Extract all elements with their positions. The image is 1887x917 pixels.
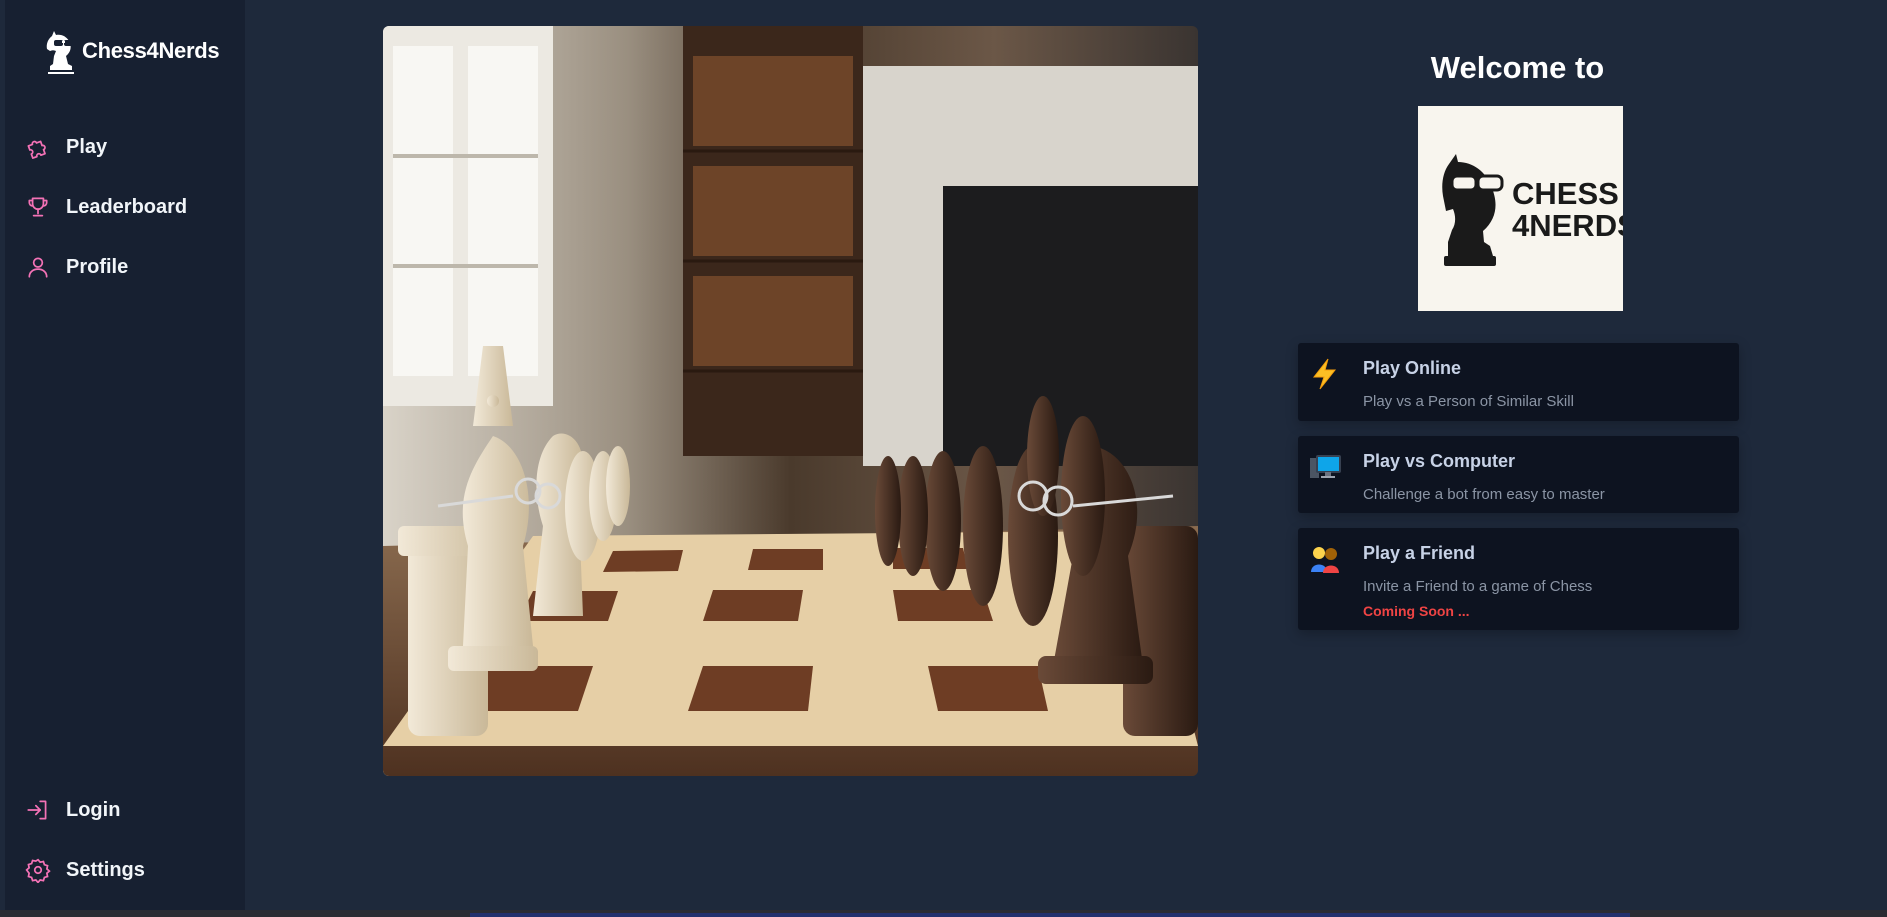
sidebar: Chess4Nerds Play Leaderboard Profile Log… <box>5 0 245 910</box>
chessboard-photo <box>383 26 1198 776</box>
sidebar-item-profile[interactable]: Profile <box>25 249 235 285</box>
play-computer-card[interactable]: Play vs Computer Challenge a bot from ea… <box>1298 436 1739 513</box>
logo-text-line2: 4NERDS <box>1512 208 1623 243</box>
sidebar-item-play[interactable]: Play <box>25 129 235 165</box>
puzzle-icon <box>27 140 46 159</box>
card-title: Play a Friend <box>1363 543 1476 563</box>
login-icon <box>27 800 47 820</box>
sidebar-item-settings[interactable]: Settings <box>25 852 235 888</box>
sidebar-item-label: Login <box>66 798 121 821</box>
logo-text-line1: CHESS <box>1512 176 1619 211</box>
brand-name: Chess4Nerds <box>82 38 220 63</box>
lightning-icon <box>1312 358 1337 390</box>
trophy-icon <box>28 197 48 217</box>
brand[interactable]: Chess4Nerds <box>41 28 220 74</box>
coming-soon-badge: Coming Soon ... <box>1363 603 1470 619</box>
friends-icon <box>1311 547 1339 573</box>
knight-with-glasses-icon: CHESS 4NERDS <box>1442 154 1638 266</box>
app-root: Chess4Nerds Play Leaderboard Profile Log… <box>0 0 1887 917</box>
card-title: Play vs Computer <box>1363 451 1516 471</box>
taskbar-accent <box>470 913 1630 917</box>
card-subtitle: Invite a Friend to a game of Chess <box>1363 578 1593 595</box>
play-online-card[interactable]: Play Online Play vs a Person of Similar … <box>1298 343 1739 421</box>
sidebar-item-label: Leaderboard <box>66 195 188 218</box>
sidebar-item-login[interactable]: Login <box>25 792 235 828</box>
card-subtitle: Challenge a bot from easy to master <box>1363 486 1605 503</box>
sidebar-item-label: Profile <box>66 255 129 278</box>
card-subtitle: Play vs a Person of Similar Skill <box>1363 393 1574 410</box>
chess4nerds-logo: CHESS 4NERDS <box>1418 106 1638 311</box>
knight-with-glasses-icon <box>46 31 74 74</box>
user-icon <box>28 257 48 278</box>
card-title: Play Online <box>1363 358 1462 378</box>
sidebar-item-leaderboard[interactable]: Leaderboard <box>25 189 235 225</box>
welcome-heading: Welcome to <box>1430 50 1605 85</box>
play-friend-card[interactable]: Play a Friend Invite a Friend to a game … <box>1298 528 1739 630</box>
sidebar-item-label: Play <box>66 135 108 158</box>
gear-icon <box>25 858 51 883</box>
computer-icon <box>1310 455 1341 478</box>
hero-image <box>383 26 1198 776</box>
sidebar-item-label: Settings <box>66 858 145 881</box>
